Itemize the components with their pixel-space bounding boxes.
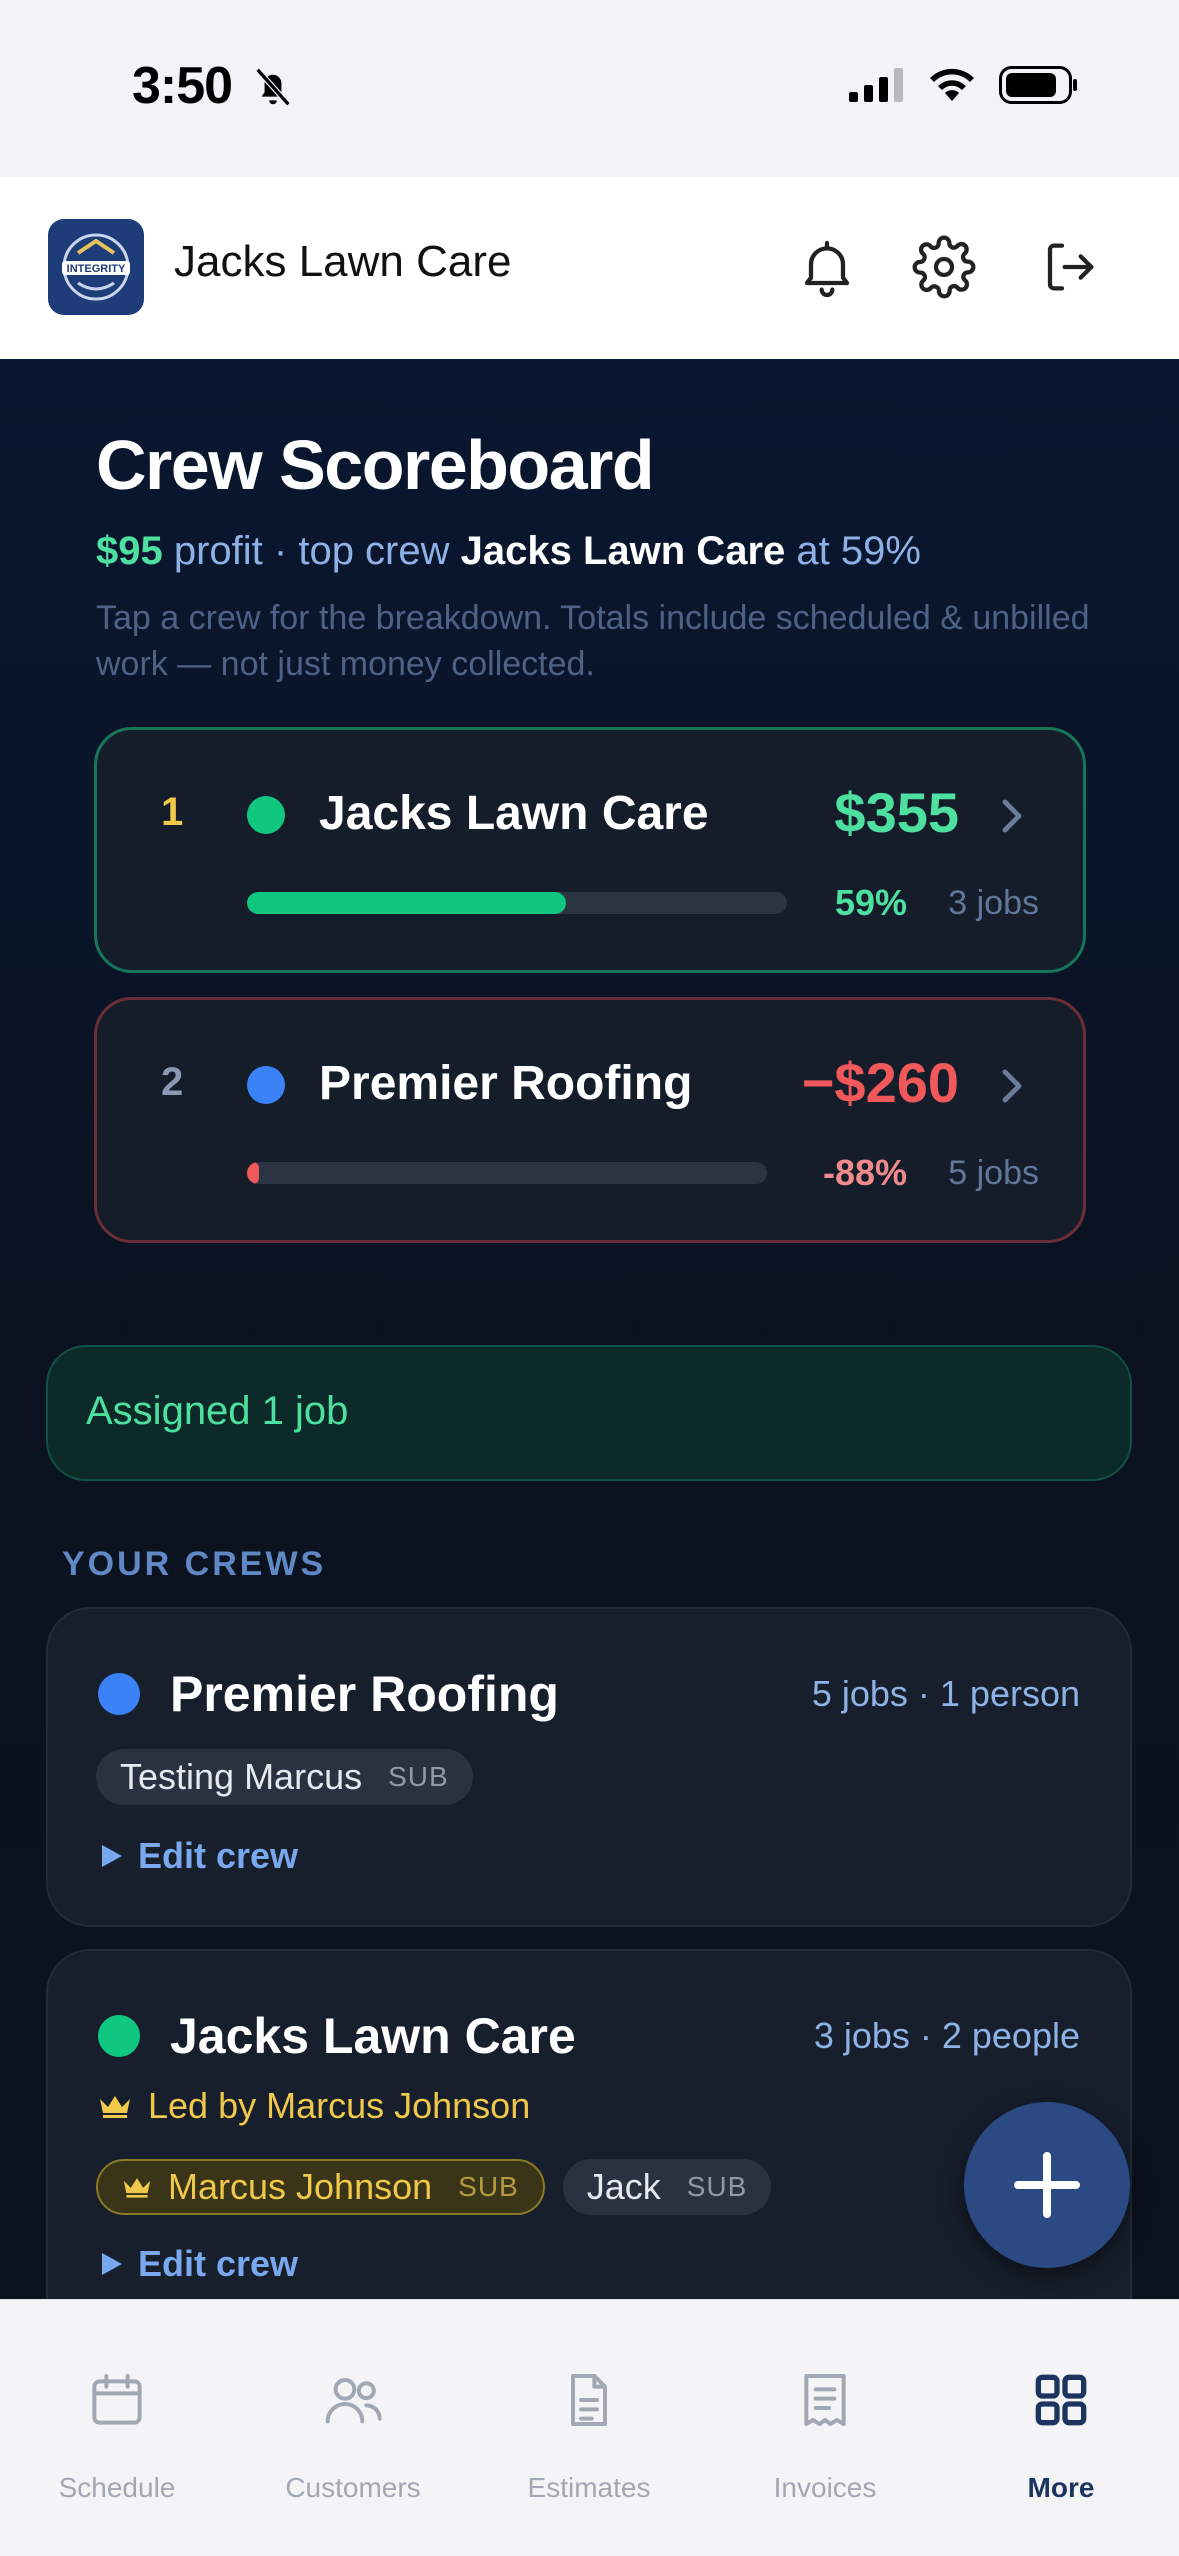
- tab-invoices[interactable]: Invoices: [725, 2300, 925, 2503]
- margin-progress-bar: [247, 892, 787, 914]
- crew-leader: Led by Marcus Johnson: [98, 2085, 530, 2127]
- rank-job-count: 3 jobs: [948, 884, 1039, 922]
- logout-icon[interactable]: [1038, 235, 1102, 299]
- crown-icon: [100, 2096, 130, 2118]
- main-content[interactable]: Crew Scoreboard $95 profit · top crew Ja…: [0, 359, 1179, 2299]
- tab-label: Schedule: [58, 2472, 176, 2503]
- wifi-icon: [930, 68, 974, 101]
- crew-members: Marcus Johnson SUB Jack SUB: [96, 2159, 772, 2215]
- calendar-icon: [92, 2374, 142, 2425]
- crew-name: Jacks Lawn Care: [170, 2008, 576, 2064]
- tab-label: Estimates: [527, 2472, 651, 2503]
- crew-name: Premier Roofing: [170, 1666, 559, 1722]
- margin-progress-bar: [247, 1162, 767, 1184]
- scoreboard-hint: Tap a crew for the breakdown. Totals inc…: [96, 599, 1090, 683]
- summary-top-crew: Jacks Lawn Care: [460, 529, 786, 573]
- status-time: 3:50: [132, 57, 233, 115]
- notifications-bell-icon[interactable]: [795, 235, 859, 299]
- summary-profit: $95: [96, 529, 163, 573]
- member-role-tag: SUB: [686, 2171, 748, 2202]
- bell-muted-icon: [255, 67, 291, 107]
- margin-progress-fill: [247, 1162, 259, 1184]
- grid-icon: [1035, 2374, 1087, 2426]
- crew-leader-text: Led by Marcus Johnson: [148, 2085, 531, 2126]
- tab-more[interactable]: More: [961, 2300, 1161, 2503]
- play-triangle-icon: [102, 2253, 122, 2275]
- play-triangle-icon: [102, 1845, 122, 1867]
- summary-top-pct: at 59%: [785, 529, 921, 573]
- document-icon: [571, 2374, 607, 2426]
- rank-profit-amount: $355: [834, 781, 959, 844]
- edit-crew-label: Edit crew: [138, 1835, 299, 1876]
- edit-crew-button[interactable]: Edit crew: [100, 1835, 298, 1877]
- add-crew-fab[interactable]: [964, 2102, 1130, 2268]
- bottom-tab-bar: Schedule Customers Estimates Invoices Mo…: [0, 2299, 1179, 2556]
- crew-color-dot: [247, 796, 285, 834]
- member-chip-lead[interactable]: Marcus Johnson SUB: [96, 2159, 545, 2215]
- rank-number: 2: [161, 1060, 184, 1104]
- scoreboard-card-jacks-lawn-care[interactable]: 1 Jacks Lawn Care $355 59% 3 jobs: [94, 727, 1086, 973]
- svg-text:INTEGRITY: INTEGRITY: [67, 263, 126, 275]
- scoreboard-summary: $95 profit · top crew Jacks Lawn Care at…: [96, 529, 921, 574]
- member-role-tag: SUB: [388, 1761, 449, 1792]
- crew-color-dot: [98, 2015, 140, 2057]
- rank-profit-amount: −$260: [801, 1051, 959, 1114]
- member-chip[interactable]: Jack SUB: [562, 2159, 772, 2215]
- app-header: INTEGRITY Jacks Lawn Care: [0, 177, 1179, 359]
- rank-number: 1: [161, 790, 184, 834]
- tab-label: Invoices: [773, 2472, 877, 2503]
- rank-margin-percent: -88%: [822, 1152, 907, 1193]
- member-name: Marcus Johnson: [168, 2166, 433, 2207]
- chevron-right-icon: [1002, 799, 1022, 833]
- tab-label: More: [1027, 2472, 1095, 2503]
- receipt-icon: [804, 2374, 846, 2426]
- summary-profit-suffix: profit · top crew: [162, 529, 461, 573]
- cellular-signal-icon: [849, 68, 903, 102]
- crew-meta: 5 jobs · 1 person: [811, 1673, 1080, 1714]
- tab-label: Customers: [285, 2472, 421, 2503]
- member-role-tag: SUB: [458, 2171, 519, 2202]
- plus-icon: [1014, 2152, 1080, 2218]
- crown-icon: [123, 2178, 151, 2198]
- tab-estimates[interactable]: Estimates: [489, 2300, 689, 2503]
- rank-crew-name: Jacks Lawn Care: [319, 787, 709, 840]
- rank-margin-percent: 59%: [834, 882, 907, 923]
- crew-color-dot: [98, 1673, 140, 1715]
- tab-schedule[interactable]: Schedule: [17, 2300, 217, 2503]
- crew-color-dot: [247, 1066, 285, 1104]
- assigned-toast: Assigned 1 job: [46, 1345, 1132, 1481]
- chevron-right-icon: [1002, 1069, 1022, 1103]
- tab-customers[interactable]: Customers: [253, 2300, 453, 2503]
- your-crews-heading: YOUR CREWS: [62, 1545, 327, 1583]
- crew-meta: 3 jobs · 2 people: [813, 2015, 1080, 2056]
- company-logo[interactable]: INTEGRITY: [48, 219, 144, 315]
- logo-emblem-icon: INTEGRITY: [62, 233, 130, 301]
- crew-members: Testing Marcus SUB: [96, 1749, 473, 1805]
- member-name: Jack: [586, 2166, 661, 2207]
- member-chip[interactable]: Testing Marcus SUB: [96, 1749, 473, 1805]
- margin-progress-fill: [247, 892, 566, 914]
- assigned-toast-text: Assigned 1 job: [86, 1389, 349, 1433]
- scoreboard-card-premier-roofing[interactable]: 2 Premier Roofing −$260 -88% 5 jobs: [94, 997, 1086, 1243]
- edit-crew-button[interactable]: Edit crew: [100, 2243, 298, 2285]
- crew-card-premier-roofing[interactable]: Premier Roofing 5 jobs · 1 person Testin…: [46, 1607, 1132, 1927]
- users-icon: [325, 2378, 382, 2424]
- member-name: Testing Marcus: [120, 1756, 363, 1797]
- settings-gear-icon[interactable]: [912, 235, 976, 299]
- rank-crew-name: Premier Roofing: [319, 1057, 693, 1110]
- edit-crew-label: Edit crew: [138, 2243, 299, 2284]
- app-name: Jacks Lawn Care: [174, 237, 512, 286]
- status-bar: 3:50: [0, 0, 1179, 177]
- battery-icon: [999, 66, 1077, 104]
- rank-job-count: 5 jobs: [948, 1154, 1039, 1192]
- scoreboard-title: Crew Scoreboard: [96, 426, 655, 504]
